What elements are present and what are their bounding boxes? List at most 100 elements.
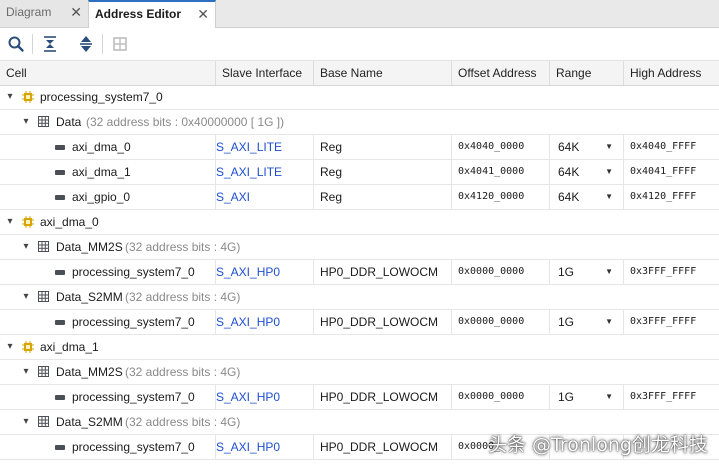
slave-segment-icon — [55, 320, 65, 325]
dropdown-arrow-icon[interactable]: ▼ — [605, 185, 613, 209]
range-select[interactable]: 64K ▼ — [550, 185, 624, 209]
high-address: 0x3FFF_FFFF — [630, 266, 697, 277]
base-name: HP0_DDR_LOWOCM — [314, 435, 452, 459]
offset-address[interactable]: 0x4120_0000 — [452, 185, 550, 209]
auto-assign-icon[interactable] — [110, 34, 130, 54]
table-row[interactable]: processing_system7_0 S_AXI_HP0 HP0_DDR_L… — [0, 310, 719, 335]
processor-icon — [22, 91, 34, 103]
column-header-offset-address[interactable]: Offset Address — [452, 61, 550, 85]
high-address: 0x4041_FFFF — [630, 166, 697, 177]
expand-all-icon[interactable] — [76, 34, 96, 54]
chevron-down-icon[interactable]: ▾ — [4, 210, 16, 234]
address-space-name: Data_S2MM — [56, 415, 123, 429]
slave-segment-icon — [55, 270, 65, 275]
slave-interface[interactable]: S_AXI_HP0 — [216, 260, 314, 284]
offset-address[interactable]: 0x4041_0000 — [452, 160, 550, 184]
master-row[interactable]: ▾ processing_system7_0 — [0, 85, 719, 110]
column-header-slave-interface[interactable]: Slave Interface — [216, 61, 314, 85]
dropdown-arrow-icon[interactable]: ▼ — [605, 135, 613, 159]
tab-diagram-label: Diagram — [6, 5, 52, 19]
range-value: 64K — [558, 165, 580, 179]
offset-address[interactable]: 0x0000_0000 — [452, 385, 550, 409]
slave-interface[interactable]: S_AXI_HP0 — [216, 435, 314, 459]
chevron-down-icon[interactable]: ▾ — [20, 285, 32, 309]
cell-name: processing_system7_0 — [72, 310, 216, 334]
watermark: 头条 @Tronlong创龙科技 — [488, 434, 708, 456]
chevron-down-icon[interactable]: ▾ — [20, 360, 32, 384]
address-space-info: (32 address bits : 4G) — [125, 365, 241, 379]
collapse-all-icon[interactable] — [40, 34, 60, 54]
cell-name: processing_system7_0 — [72, 385, 216, 409]
offset-address[interactable]: 0x0000_0000 — [452, 310, 550, 334]
dropdown-arrow-icon[interactable]: ▼ — [605, 385, 613, 409]
base-name: HP0_DDR_LOWOCM — [314, 310, 452, 334]
chevron-down-icon[interactable]: ▾ — [20, 110, 32, 134]
processor-icon — [22, 341, 34, 353]
dropdown-arrow-icon[interactable]: ▼ — [605, 310, 613, 334]
column-header-range[interactable]: Range — [550, 61, 624, 85]
cell-name: axi_gpio_0 — [72, 185, 216, 209]
address-space-row[interactable]: ▾ Data_MM2S (32 address bits : 4G) — [0, 360, 719, 385]
table-row[interactable]: axi_gpio_0 S_AXI Reg 0x4120_0000 64K ▼ 0… — [0, 185, 719, 210]
column-header-base-name[interactable]: Base Name — [314, 61, 452, 85]
master-name: axi_dma_0 — [40, 215, 99, 229]
tab-address-editor[interactable]: Address Editor ✕ — [88, 0, 216, 28]
slave-interface[interactable]: S_AXI_HP0 — [216, 385, 314, 409]
close-icon[interactable]: ✕ — [70, 0, 82, 24]
chevron-down-icon[interactable]: ▾ — [4, 335, 16, 359]
address-space-name: Data — [56, 115, 82, 129]
toolbar-separator — [102, 34, 103, 54]
toolbar-separator — [32, 34, 33, 54]
slave-interface[interactable]: S_AXI_LITE — [216, 135, 314, 159]
search-icon[interactable] — [6, 34, 26, 54]
cell-name: axi_dma_1 — [72, 160, 216, 184]
slave-interface[interactable]: S_AXI — [216, 185, 314, 209]
dropdown-arrow-icon[interactable]: ▼ — [605, 260, 613, 284]
table-row[interactable]: axi_dma_0 S_AXI_LITE Reg 0x4040_0000 64K… — [0, 135, 719, 160]
address-space-row[interactable]: ▾ Data_S2MM (32 address bits : 4G) — [0, 285, 719, 310]
tab-diagram[interactable]: Diagram ✕ — [0, 0, 88, 27]
range-select[interactable]: 64K ▼ — [550, 135, 624, 159]
base-name: HP0_DDR_LOWOCM — [314, 385, 452, 409]
table-row[interactable]: processing_system7_0 S_AXI_HP0 HP0_DDR_L… — [0, 385, 719, 410]
high-address: 0x4040_FFFF — [630, 141, 697, 152]
address-space-info: (32 address bits : 4G) — [125, 415, 241, 429]
address-space-info: (32 address bits : 0x40000000 [ 1G ]) — [86, 115, 285, 129]
address-space-name: Data_S2MM — [56, 290, 123, 304]
range-value: 1G — [558, 390, 575, 404]
range-select[interactable]: 1G ▼ — [550, 260, 624, 284]
chevron-down-icon[interactable]: ▾ — [4, 85, 16, 109]
range-select[interactable]: 1G ▼ — [550, 310, 624, 334]
column-header-high-address[interactable]: High Address — [624, 61, 719, 85]
range-select[interactable]: 1G ▼ — [550, 385, 624, 409]
dropdown-arrow-icon[interactable]: ▼ — [605, 160, 613, 184]
address-space-name: Data_MM2S — [56, 365, 123, 379]
address-space-row[interactable]: ▾ Data (32 address bits : 0x40000000 [ 1… — [0, 110, 719, 135]
table-header: Cell Slave Interface Base Name Offset Ad… — [0, 61, 719, 86]
cell-name: processing_system7_0 — [72, 435, 216, 459]
address-space-icon — [38, 241, 49, 252]
chevron-down-icon[interactable]: ▾ — [20, 235, 32, 259]
table-row[interactable]: axi_dma_1 S_AXI_LITE Reg 0x4041_0000 64K… — [0, 160, 719, 185]
cell-name: processing_system7_0 — [72, 260, 216, 284]
slave-interface[interactable]: S_AXI_LITE — [216, 160, 314, 184]
tab-address-editor-label: Address Editor — [95, 7, 182, 21]
high-address: 0x3FFF_FFFF — [630, 391, 697, 402]
address-space-icon — [38, 291, 49, 302]
master-row[interactable]: ▾ axi_dma_1 — [0, 335, 719, 360]
column-header-cell[interactable]: Cell — [0, 61, 216, 85]
slave-segment-icon — [55, 195, 65, 200]
chevron-down-icon[interactable]: ▾ — [20, 410, 32, 434]
toolbar — [0, 28, 719, 61]
address-space-row[interactable]: ▾ Data_MM2S (32 address bits : 4G) — [0, 235, 719, 260]
offset-address[interactable]: 0x0000_0000 — [452, 260, 550, 284]
slave-interface[interactable]: S_AXI_HP0 — [216, 310, 314, 334]
offset-address[interactable]: 0x4040_0000 — [452, 135, 550, 159]
close-icon[interactable]: ✕ — [197, 2, 209, 26]
master-row[interactable]: ▾ axi_dma_0 — [0, 210, 719, 235]
range-select[interactable]: 64K ▼ — [550, 160, 624, 184]
range-value: 64K — [558, 190, 580, 204]
address-space-info: (32 address bits : 4G) — [125, 240, 241, 254]
table-row[interactable]: processing_system7_0 S_AXI_HP0 HP0_DDR_L… — [0, 260, 719, 285]
master-name: axi_dma_1 — [40, 340, 99, 354]
